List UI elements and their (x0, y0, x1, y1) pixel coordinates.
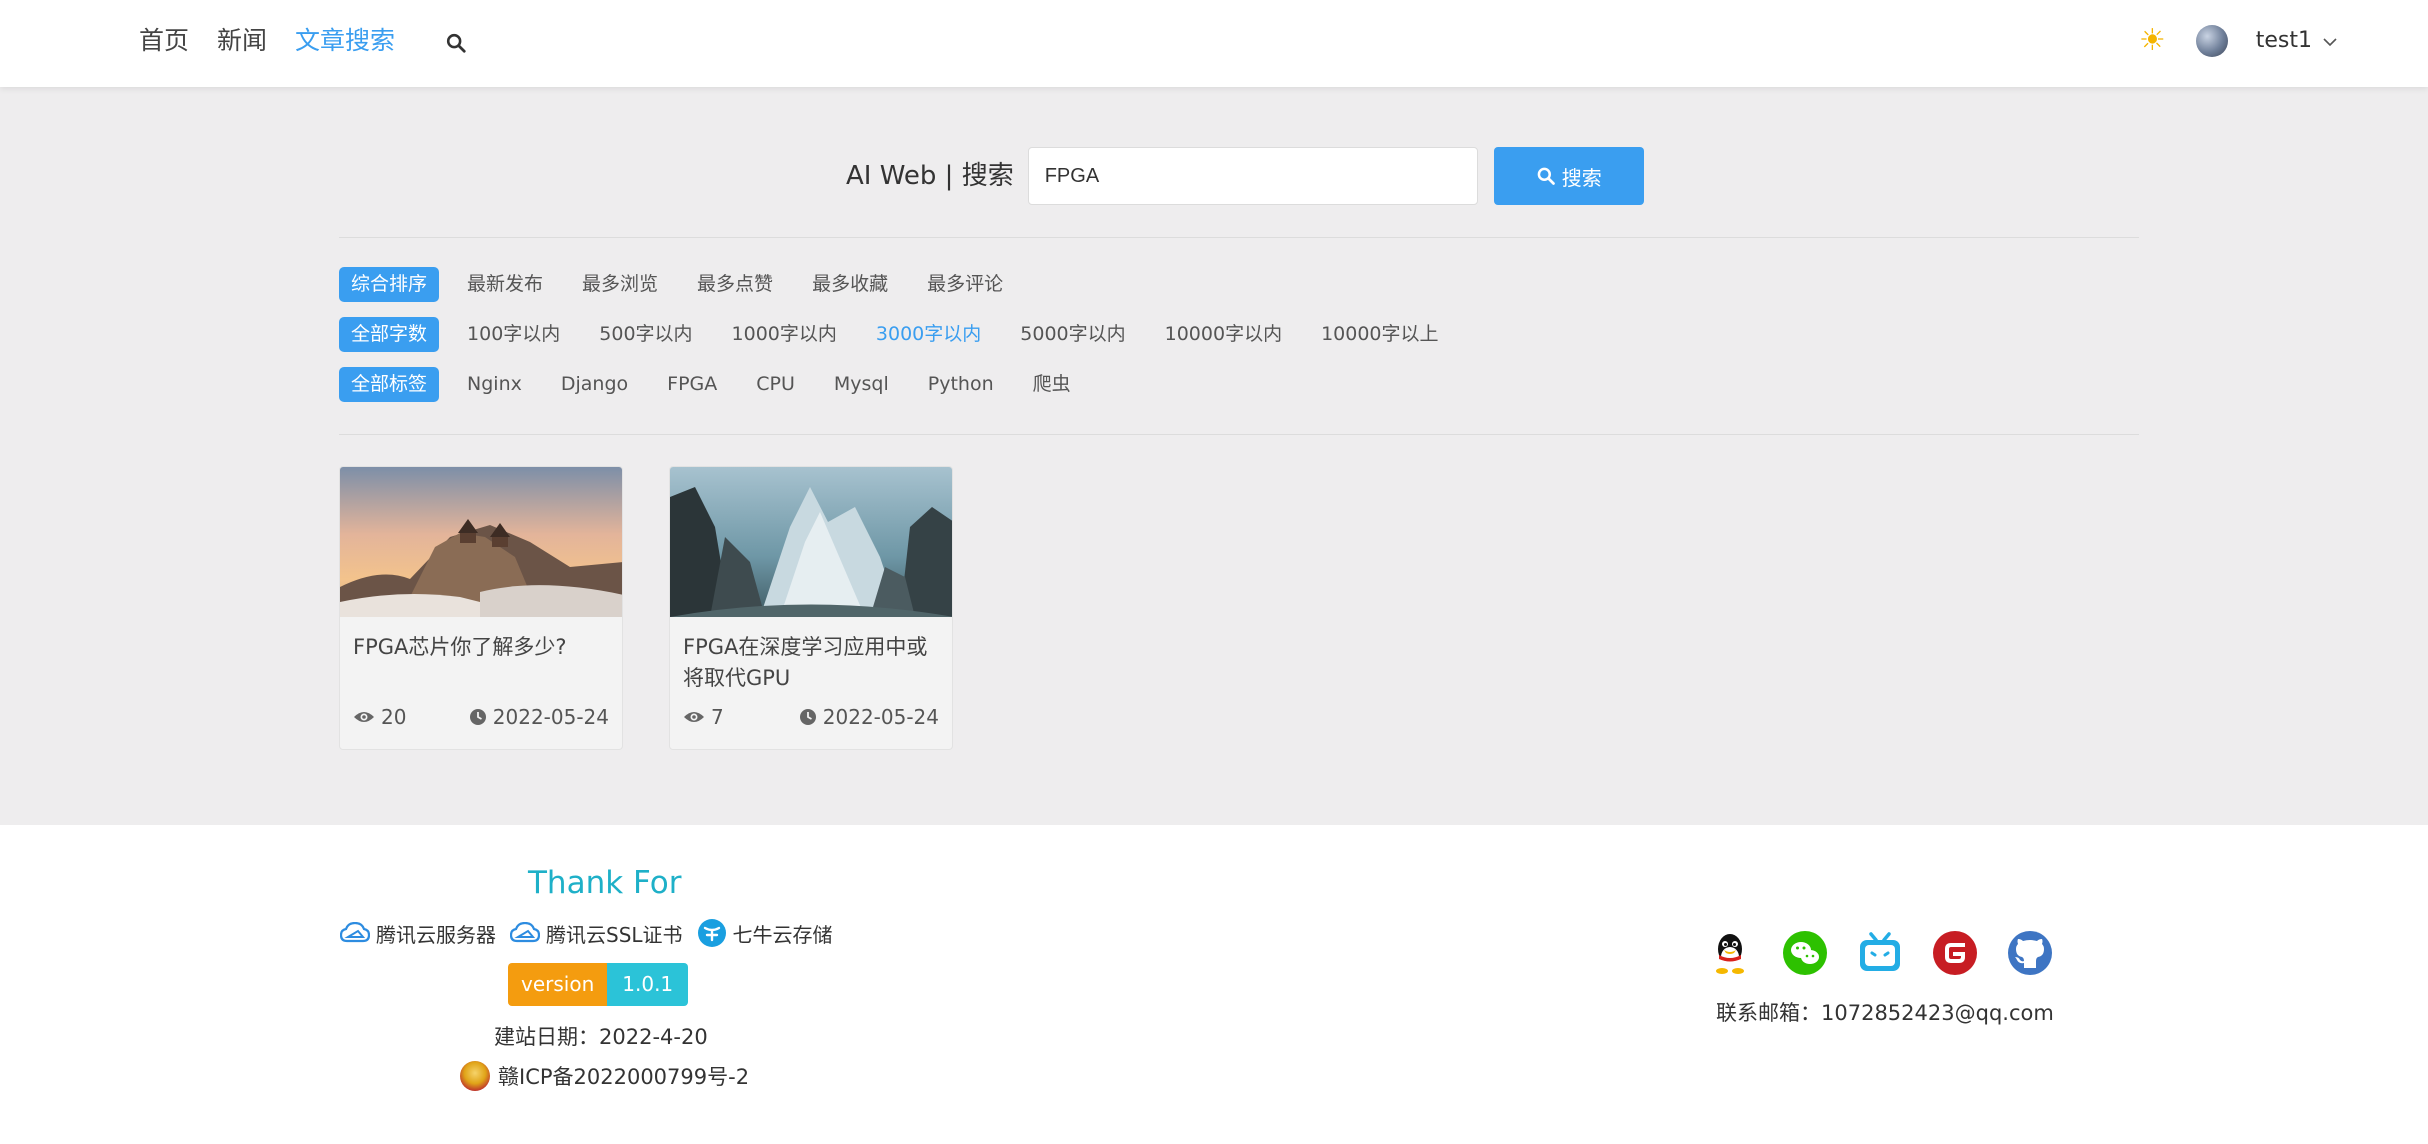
search-page: AI Web | 搜索 搜索 综合排序 最新发布 最多浏览 最多点赞 最多收藏 … (0, 87, 2428, 825)
avatar[interactable] (2195, 25, 2228, 57)
sort-option[interactable]: 最多评论 (927, 267, 1003, 302)
sponsor-tencent-server[interactable]: 腾讯云服务器 (340, 919, 496, 948)
sponsor-tencent-ssl[interactable]: 腾讯云SSL证书 (510, 919, 683, 948)
article-meta: 7 2022-05-24 (683, 705, 939, 729)
tag-filter-row: 全部标签 Nginx Django FPGA CPU Mysql Python … (339, 367, 1110, 402)
footer: Thank For 腾讯云服务器 腾讯云SSL证书 七牛云存储 version (0, 825, 2428, 1144)
search-button-label: 搜索 (1561, 165, 1602, 190)
tag-option[interactable]: Nginx (467, 367, 522, 402)
site-since: 建站日期：2022-4-20 (494, 1025, 708, 1049)
search-brand: AI Web | 搜索 (846, 161, 1014, 191)
search-icon[interactable] (445, 32, 467, 54)
divider (339, 237, 2139, 238)
article-card[interactable]: FPGA在深度学习应用中或将取代GPU 7 2022-05-24 (669, 466, 953, 750)
version-key: version (508, 963, 608, 1006)
top-navbar: 首页 新闻 文章搜索 ☀ test1 (0, 0, 2428, 87)
length-option[interactable]: 10000字以上 (1321, 317, 1438, 352)
bilibili-icon[interactable] (1856, 929, 1904, 977)
eye-icon (684, 712, 704, 722)
sort-filter-row: 综合排序 最新发布 最多浏览 最多点赞 最多收藏 最多评论 (339, 267, 1042, 302)
icp-record[interactable]: 赣ICP备2022000799号-2 (460, 1061, 749, 1091)
tencent-cloud-icon (510, 922, 540, 943)
tag-option[interactable]: CPU (756, 367, 795, 402)
article-title[interactable]: FPGA在深度学习应用中或将取代GPU (683, 632, 943, 694)
views-value: 7 (711, 705, 724, 729)
wechat-icon[interactable] (1781, 929, 1829, 977)
github-icon[interactable] (2006, 929, 2054, 977)
publish-date: 2022-05-24 (799, 705, 939, 729)
sun-icon[interactable]: ☀ (2139, 24, 2166, 58)
social-links (1706, 929, 2081, 977)
qiniu-icon (697, 919, 726, 947)
version-value: 1.0.1 (607, 963, 689, 1006)
contact-email[interactable]: 联系邮箱：1072852423@qq.com (1716, 997, 2054, 1027)
sort-option[interactable]: 最新发布 (467, 267, 543, 302)
search-bar: AI Web | 搜索 搜索 (846, 147, 1644, 205)
article-title[interactable]: FPGA芯片你了解多少? (353, 632, 613, 663)
tag-option[interactable]: 爬虫 (1033, 367, 1071, 402)
sponsor-list: 腾讯云服务器 腾讯云SSL证书 七牛云存储 (340, 918, 847, 948)
qq-icon[interactable] (1706, 929, 1754, 977)
views-count: 20 (353, 705, 406, 729)
length-filter-row: 全部字数 100字以内 500字以内 1000字以内 3000字以内 5000字… (339, 317, 1478, 352)
views-count: 7 (683, 705, 724, 729)
date-value: 2022-05-24 (492, 705, 609, 729)
article-card[interactable]: FPGA芯片你了解多少? 20 2022-05-24 (339, 466, 623, 750)
article-thumbnail[interactable] (670, 467, 953, 617)
username[interactable]: test1 (2256, 24, 2312, 58)
search-button[interactable]: 搜索 (1493, 147, 1644, 205)
gitee-icon[interactable] (1931, 929, 1979, 977)
length-option-selected[interactable]: 3000字以内 (876, 317, 981, 352)
sponsor-label: 腾讯云服务器 (376, 922, 496, 947)
tencent-cloud-icon (340, 922, 370, 943)
clock-icon (799, 709, 816, 725)
length-option[interactable]: 1000字以内 (732, 317, 837, 352)
length-option[interactable]: 5000字以内 (1020, 317, 1125, 352)
sort-option[interactable]: 最多收藏 (812, 267, 888, 302)
views-value: 20 (381, 705, 407, 729)
tag-option[interactable]: Python (928, 367, 994, 402)
icp-text[interactable]: 赣ICP备2022000799号-2 (498, 1061, 749, 1091)
nav-article-search[interactable]: 文章搜索 (295, 24, 395, 58)
length-option[interactable]: 500字以内 (599, 317, 692, 352)
length-all-chip[interactable]: 全部字数 (339, 317, 440, 352)
divider (339, 434, 2139, 435)
date-value: 2022-05-24 (822, 705, 939, 729)
chevron-down-icon[interactable] (2322, 34, 2338, 50)
publish-date: 2022-05-24 (469, 705, 609, 729)
sort-all-chip[interactable]: 综合排序 (339, 267, 440, 302)
sort-option[interactable]: 最多点赞 (697, 267, 773, 302)
nav-home[interactable]: 首页 (139, 24, 189, 58)
article-list: FPGA芯片你了解多少? 20 2022-05-24 FPGA在深度学习应用中或… (339, 466, 999, 750)
main-nav: 首页 新闻 文章搜索 (139, 24, 467, 58)
article-thumbnail[interactable] (340, 467, 623, 617)
search-input[interactable] (1027, 147, 1478, 205)
article-meta: 20 2022-05-24 (353, 705, 609, 729)
length-option[interactable]: 10000字以内 (1165, 317, 1282, 352)
clock-icon (469, 709, 486, 725)
nav-news[interactable]: 新闻 (217, 24, 267, 58)
version-badge: version 1.0.1 (508, 963, 689, 1006)
eye-icon (354, 712, 374, 722)
sort-option[interactable]: 最多浏览 (582, 267, 658, 302)
thanks-heading: Thank For (528, 865, 682, 901)
police-badge-icon (460, 1061, 490, 1091)
user-tools: ☀ test1 (2139, 24, 2338, 58)
tag-option[interactable]: Mysql (834, 367, 889, 402)
sponsor-label: 腾讯云SSL证书 (546, 922, 683, 947)
length-option[interactable]: 100字以内 (467, 317, 560, 352)
tags-all-chip[interactable]: 全部标签 (339, 367, 440, 402)
sponsor-qiniu[interactable]: 七牛云存储 (697, 918, 833, 948)
tag-option[interactable]: FPGA (667, 367, 717, 402)
search-icon (1537, 167, 1555, 185)
tag-option[interactable]: Django (561, 367, 628, 402)
sponsor-label: 七牛云存储 (732, 922, 833, 947)
